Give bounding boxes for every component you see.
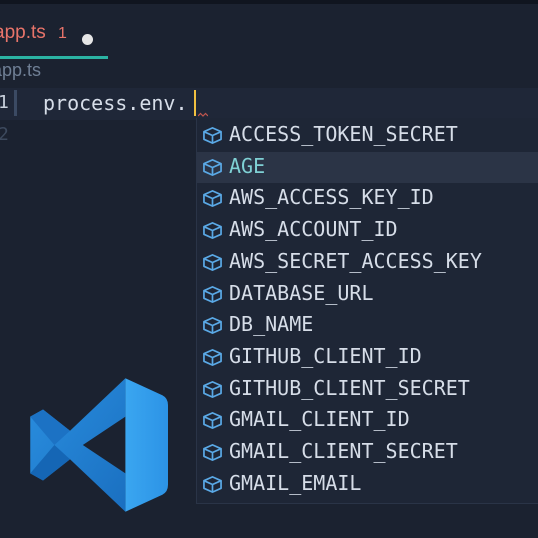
suggestion-item[interactable]: GMAIL_CLIENT_SECRET	[197, 437, 538, 468]
suggestion-item[interactable]: AWS_ACCOUNT_ID	[197, 215, 538, 246]
suggestion-item[interactable]: AWS_SECRET_ACCESS_KEY	[197, 247, 538, 278]
property-cube-icon	[203, 412, 222, 430]
suggestion-label: DB_NAME	[229, 312, 314, 337]
property-cube-icon	[203, 222, 222, 240]
suggestion-item[interactable]: DB_NAME	[197, 310, 538, 341]
gutter-change-marker	[14, 90, 17, 116]
suggestion-label: DATABASE_URL	[229, 280, 374, 305]
suggestion-item[interactable]: GITHUB_CLIENT_SECRET	[197, 374, 538, 405]
property-cube-icon	[203, 158, 222, 176]
property-cube-icon	[203, 285, 222, 303]
property-cube-icon	[203, 317, 222, 335]
code-line[interactable]: process.env.	[43, 91, 188, 115]
suggestion-item[interactable]: ACCESS_TOKEN_SECRET	[197, 120, 538, 151]
line-number: 2	[0, 124, 9, 145]
suggestion-label: AWS_ACCOUNT_ID	[229, 217, 398, 242]
problem-count-badge: 1	[58, 25, 67, 42]
suggestion-item[interactable]: AWS_ACCESS_KEY_ID	[197, 183, 538, 214]
tab-label: app.ts	[0, 22, 46, 43]
suggestion-widget: ACCESS_TOKEN_SECRET AGE AWS_ACCESS_KEY_ID A…	[196, 118, 538, 504]
property-cube-icon	[203, 190, 222, 208]
tab-bar: app.ts 1	[0, 0, 538, 59]
suggestion-label: GITHUB_CLIENT_SECRET	[229, 375, 470, 400]
vscode-logo-icon	[30, 378, 168, 512]
property-cube-icon	[203, 127, 222, 144]
suggestion-item[interactable]: GMAIL_CLIENT_ID	[197, 405, 538, 436]
suggestion-label: AWS_SECRET_ACCESS_KEY	[229, 248, 482, 273]
property-cube-icon	[203, 348, 222, 366]
line-number: 1	[0, 92, 9, 113]
breadcrumb[interactable]: app.ts	[0, 60, 41, 81]
suggestion-label: GMAIL_CLIENT_SECRET	[229, 439, 458, 463]
text-cursor	[194, 90, 196, 116]
suggestion-label: GMAIL_EMAIL	[229, 470, 362, 495]
suggestion-label: GITHUB_CLIENT_ID	[229, 343, 422, 368]
suggestion-label: AGE	[229, 153, 266, 178]
suggestion-item[interactable]: DATABASE_URL	[197, 279, 538, 310]
modified-dot-icon[interactable]	[82, 34, 93, 45]
suggestion-label: AWS_ACCESS_KEY_ID	[229, 185, 434, 210]
suggestion-label: GMAIL_CLIENT_ID	[229, 407, 410, 432]
suggestion-label: ACCESS_TOKEN_SECRET	[229, 122, 458, 146]
suggestion-item[interactable]: AGE	[197, 151, 538, 183]
property-cube-icon	[203, 380, 222, 398]
active-tab-indicator	[0, 56, 108, 59]
property-cube-icon	[203, 444, 222, 461]
tab-app-ts[interactable]: app.ts 1	[0, 8, 108, 56]
suggestion-item[interactable]: GITHUB_CLIENT_ID	[197, 342, 538, 373]
property-cube-icon	[203, 475, 222, 493]
property-cube-icon	[203, 253, 222, 271]
suggestion-item[interactable]: GMAIL_EMAIL	[197, 469, 538, 500]
